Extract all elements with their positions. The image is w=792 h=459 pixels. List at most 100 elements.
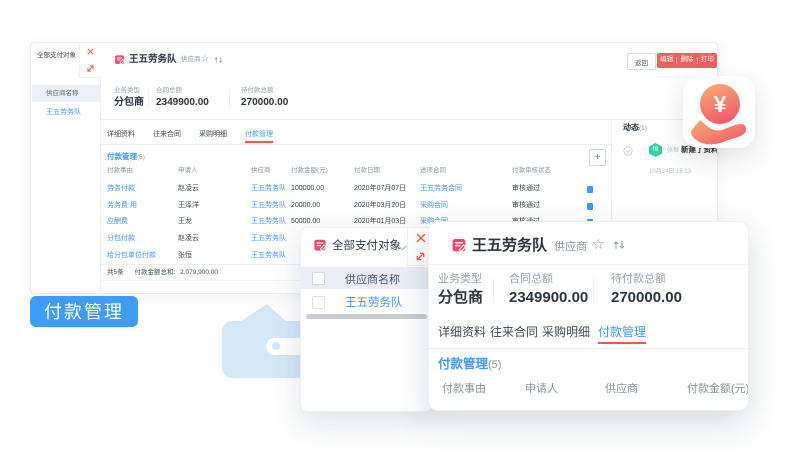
- screen: 全部支付对象 供应商名称 王五劳务队 王五劳务队 供应商 ☆ 返回 编辑 删除 …: [0, 0, 792, 459]
- edit-button[interactable]: 编辑: [657, 57, 676, 64]
- star-icon[interactable]: ☆: [201, 54, 209, 63]
- supplier-name-column-header: 供应商名称: [345, 275, 400, 286]
- tab-purchase-detail[interactable]: 采购明细: [542, 326, 590, 338]
- col-header: 付款事由: [442, 384, 486, 395]
- col-header: 进项合同: [420, 168, 446, 175]
- delete-button[interactable]: 删除: [676, 57, 696, 64]
- active-tab-underline: [598, 342, 646, 344]
- tab-payment-management[interactable]: 付款管理: [598, 326, 646, 338]
- activity-user: 张恒: [667, 148, 679, 154]
- expand-icon: [86, 64, 95, 73]
- date-cell: 2020年07月07日: [354, 185, 406, 192]
- table-row: 劳务付款 赵凌云 王五劳务队 100000.00 2020年07月07日 王五劳…: [31, 185, 717, 201]
- action-button-group: 编辑 删除 打印: [657, 53, 717, 68]
- field-label: 合同总额: [509, 274, 553, 285]
- payment-reason-link[interactable]: 分包付款: [107, 235, 135, 242]
- table-row: 劳务费 用 王泽洋 王五劳务队 20000.00 2020年03月20日 采购合…: [31, 202, 717, 218]
- sidebar-item-supplier[interactable]: 王五劳务队: [46, 109, 81, 116]
- field-label: 业务类型: [438, 274, 482, 285]
- tab-payment-management[interactable]: 付款管理: [245, 131, 273, 138]
- amount-cell: 50000.00: [291, 218, 320, 225]
- back-button[interactable]: 返回: [627, 53, 656, 70]
- activity-time: 10月24日 15:13: [649, 169, 691, 175]
- tab-contracts[interactable]: 往来合同: [490, 326, 538, 338]
- field-value: 分包商: [438, 290, 483, 305]
- payment-hand-icon: [690, 116, 748, 146]
- section-title: 付款管理: [438, 357, 488, 371]
- col-header: 供应商: [251, 168, 271, 175]
- col-header: 付款金额(元): [291, 168, 328, 175]
- print-button[interactable]: 打印: [697, 57, 717, 64]
- payment-reason-link[interactable]: 给分包单位付款: [107, 252, 156, 259]
- share-icon[interactable]: [214, 56, 223, 64]
- page-title: 王五劳务队: [472, 238, 547, 253]
- supplier-badge: 供应商: [554, 242, 587, 253]
- expand-button[interactable]: [79, 60, 101, 78]
- section-count: (5): [137, 154, 145, 161]
- close-icon: [416, 233, 426, 243]
- col-header: 付款日期: [354, 168, 380, 175]
- wallet-clasp-dot: [272, 342, 280, 350]
- note-icon[interactable]: [587, 186, 593, 193]
- sum-label: 付款金额总和:: [134, 269, 175, 276]
- applicant-cell: 赵凌云: [178, 185, 199, 192]
- clipboard-icon: [313, 238, 327, 252]
- page-title: 王五劳务队: [129, 55, 177, 65]
- col-header: 申请人: [178, 168, 198, 175]
- activity-count: (1): [639, 125, 647, 132]
- table-footer: 共5条 付款金额总和: 2,079,900.00: [107, 270, 218, 277]
- add-payment-button[interactable]: +: [589, 149, 606, 166]
- tab-detail-info[interactable]: 详细资料: [438, 326, 486, 338]
- sum-value: 2,079,900.00: [180, 269, 218, 276]
- contract-link[interactable]: 王五劳务合同: [420, 185, 462, 192]
- tab-contracts[interactable]: 往来合同: [153, 131, 181, 138]
- amount-cell: 20000.00: [291, 202, 320, 209]
- field-label: 待付款总额: [611, 274, 666, 285]
- clipboard-icon: [451, 237, 467, 253]
- plus-icon: +: [595, 152, 601, 163]
- col-header: 付款审核状态: [512, 168, 551, 175]
- object-filter-dropdown[interactable]: 全部支付对象: [332, 241, 401, 253]
- feature-tag: 付款管理: [30, 296, 138, 327]
- applicant-cell: 赵凌云: [178, 235, 199, 242]
- payment-reason-link[interactable]: 劳务费 用: [107, 202, 137, 209]
- supplier-link[interactable]: 王五劳务队: [251, 218, 286, 225]
- chevron-down-icon: [398, 245, 407, 251]
- object-filter-dropdown[interactable]: 全部支付对象: [37, 53, 76, 60]
- status-cell: 审核通过: [512, 185, 540, 192]
- supplier-name-column-header: 供应商名称: [46, 91, 79, 98]
- star-icon[interactable]: ☆: [592, 237, 605, 251]
- supplier-link[interactable]: 王五劳务队: [251, 235, 286, 242]
- payment-icon-card: ¥: [683, 76, 755, 148]
- row-count: 共5条: [107, 269, 124, 276]
- col-header: 付款事由: [107, 168, 133, 175]
- field-label: 业务类型: [114, 88, 140, 95]
- payment-reason-link[interactable]: 应酬费: [107, 218, 128, 225]
- row-checkbox[interactable]: [312, 296, 325, 309]
- tab-detail-info[interactable]: 详细资料: [107, 131, 135, 138]
- note-icon[interactable]: [587, 203, 593, 210]
- contract-link[interactable]: 采购合同: [420, 202, 448, 209]
- feature-tag-label: 付款管理: [44, 303, 124, 321]
- col-header: 供应商: [605, 384, 638, 395]
- payment-reason-link[interactable]: 劳务付款: [107, 185, 135, 192]
- front-detail-window: 王五劳务队 供应商 ☆ 业务类型 分包商 合同总额 2349900.00 待付款…: [428, 221, 749, 411]
- horizontal-scrollbar[interactable]: [306, 314, 427, 319]
- close-button[interactable]: [79, 43, 101, 61]
- supplier-link[interactable]: 王五劳务队: [251, 252, 286, 259]
- activity-title: 动态: [623, 123, 639, 132]
- tab-purchase-detail[interactable]: 采购明细: [199, 131, 227, 138]
- col-header: 申请人: [525, 384, 558, 395]
- field-value: 2349900.00: [156, 98, 209, 108]
- clipboard-icon: [114, 54, 125, 65]
- list-item-supplier[interactable]: 王五劳务队: [345, 298, 403, 310]
- share-icon[interactable]: [613, 240, 625, 250]
- supplier-link[interactable]: 王五劳务队: [251, 202, 286, 209]
- date-cell: 2020年01月03日: [354, 218, 406, 225]
- front-list-window: 全部支付对象 供应商名称 王五劳务队: [300, 227, 433, 412]
- supplier-link[interactable]: 王五劳务队: [251, 185, 286, 192]
- select-all-checkbox[interactable]: [312, 272, 325, 285]
- applicant-cell: 张恒: [178, 252, 192, 259]
- field-value: 2349900.00: [509, 290, 588, 305]
- field-value: 270000.00: [241, 98, 288, 108]
